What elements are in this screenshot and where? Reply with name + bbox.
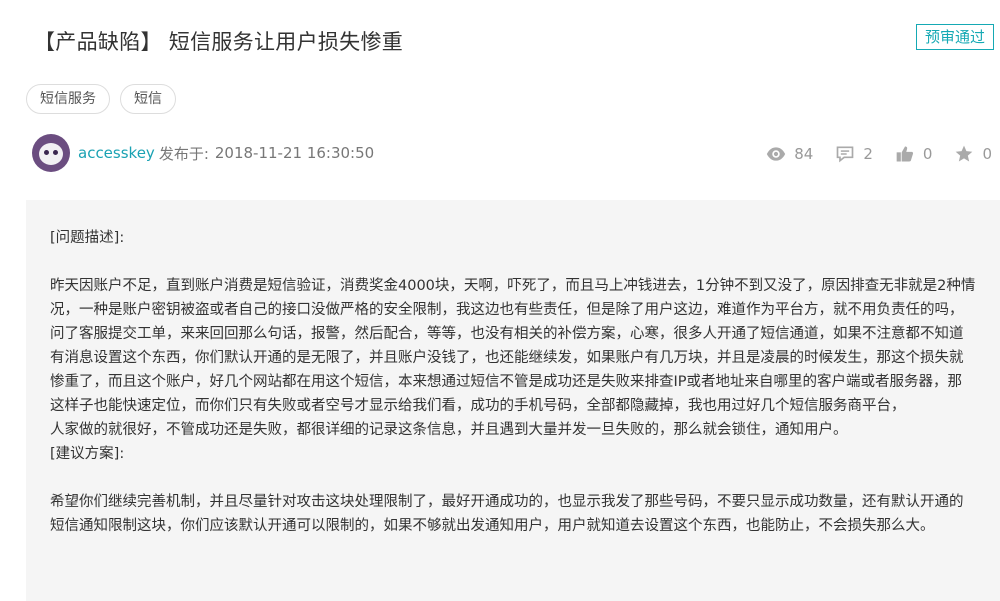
comment-icon [837, 146, 854, 163]
post-title: 【产品缺陷】 短信服务让用户损失惨重 [34, 30, 404, 54]
post-content: [问题描述]: 昨天因账户不足，直到账户消费是短信验证，消费奖金4000块，天啊… [26, 200, 1000, 601]
suggestion-heading: [建议方案]: [50, 446, 125, 462]
views-count: 84 [794, 145, 814, 163]
likes-count: 0 [922, 145, 933, 163]
avatar-eye-right [53, 150, 58, 155]
favorites-count: 0 [982, 145, 992, 163]
avatar[interactable] [32, 134, 70, 172]
status-badge: 预审通过 [915, 24, 994, 50]
author-link[interactable]: accesskey [78, 144, 155, 162]
comments-stat[interactable]: 2 [835, 144, 873, 164]
tag-sms[interactable]: 短信 [120, 84, 176, 114]
tag-sms-service[interactable]: 短信服务 [26, 84, 110, 114]
posted-prefix: 发布于: [158, 144, 209, 163]
star-icon [956, 145, 973, 162]
tag-list: 短信服务 短信 [26, 84, 176, 114]
eye-icon [767, 147, 786, 161]
problem-body: 昨天因账户不足，直到账户消费是短信验证，消费奖金4000块，天啊，吓死了，而且马… [50, 278, 1000, 438]
post-stats: 84 2 0 0 [744, 144, 992, 164]
avatar-eye-left [44, 150, 49, 155]
favorites-stat[interactable]: 0 [954, 144, 992, 164]
comments-count: 2 [863, 145, 873, 163]
likes-stat[interactable]: 0 [895, 144, 933, 164]
posted-time: 2018-11-21 16:30:50 [214, 144, 375, 162]
thumbs-up-icon [896, 146, 913, 162]
problem-heading: [问题描述]: [50, 230, 125, 246]
post-meta: accesskey 发布于: 2018-11-21 16:30:50 [32, 134, 374, 172]
views-stat: 84 [766, 144, 813, 164]
suggestion-body: 希望你们继续完善机制，并且尽量针对攻击这块处理限制了，最好开通成功的，也显示我发… [50, 494, 964, 534]
avatar-face [39, 143, 63, 165]
